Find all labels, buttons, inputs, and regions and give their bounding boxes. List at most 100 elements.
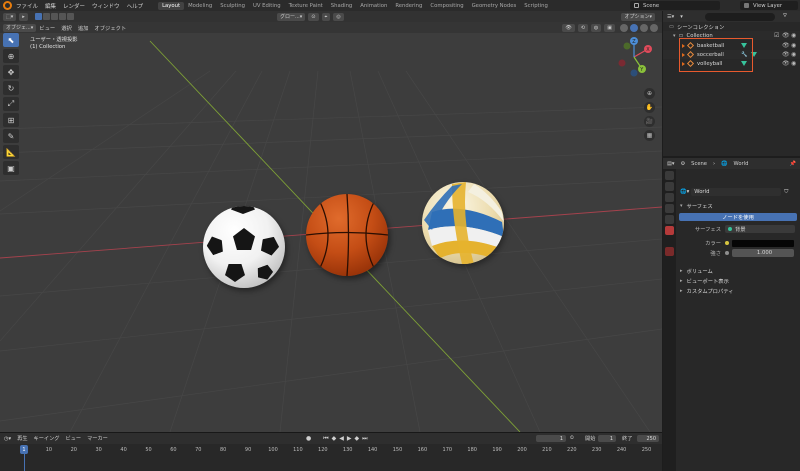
tab-modeling[interactable]: Modeling	[184, 2, 216, 10]
options-dropdown[interactable]: オプション ▾	[621, 12, 655, 21]
mode-dropdown[interactable]: オブジェ... ▾	[3, 23, 37, 32]
record-icon[interactable]: ●	[306, 435, 311, 443]
select-new-icon[interactable]	[34, 13, 42, 20]
view-layer-tab-icon[interactable]	[665, 204, 674, 213]
outliner-editor-icon[interactable]: ☰▾	[667, 14, 674, 20]
clock-icon[interactable]: ⏲	[570, 435, 574, 442]
rotate-tool-icon[interactable]: ↻	[3, 81, 19, 95]
breadcrumb-world[interactable]: World	[734, 161, 749, 167]
soccerball-mesh[interactable]	[203, 206, 285, 288]
play-icon[interactable]: ▶	[347, 435, 352, 443]
strength-value-field[interactable]: 1.000	[732, 249, 794, 257]
wireframe-shading-icon[interactable]	[620, 23, 628, 32]
menu-keying[interactable]: キーイング	[34, 435, 60, 442]
move-tool-icon[interactable]: ✥	[3, 65, 19, 79]
playhead[interactable]: 1	[20, 445, 28, 454]
frame-ruler[interactable]: 0102030405060708090100110120130140150160…	[0, 445, 662, 455]
world-tab-icon[interactable]	[665, 226, 674, 235]
use-nodes-button[interactable]: ノードを使用	[679, 213, 797, 221]
tab-uv-editing[interactable]: UV Editing	[249, 2, 285, 10]
proportional-edit-icon[interactable]: ◎	[333, 12, 344, 21]
timeline-editor-icon[interactable]: ◷▾	[4, 436, 11, 442]
timeline[interactable]: ◷▾ 再生 キーイング ビュー マーカー ● ⏮ ◆ ◀ ▶ ◆ ⏭ 1 ⏲ 開…	[0, 432, 662, 471]
render-camera-icon[interactable]: ◉	[791, 51, 796, 58]
output-tab-icon[interactable]	[665, 193, 674, 202]
basketball-mesh[interactable]	[306, 194, 388, 276]
world-name-field[interactable]: World	[691, 188, 782, 196]
menu-timeline-view[interactable]: ビュー	[65, 435, 81, 442]
next-key-icon[interactable]: ◆	[355, 435, 360, 443]
render-camera-icon[interactable]: ◉	[791, 60, 796, 67]
current-frame-field[interactable]: 1	[536, 435, 566, 442]
menu-view[interactable]: ビュー	[39, 24, 55, 32]
blender-logo-icon[interactable]	[3, 1, 12, 10]
menu-marker[interactable]: マーカー	[87, 435, 108, 442]
menu-select[interactable]: 選択	[61, 24, 72, 32]
texture-tab-icon[interactable]	[665, 247, 674, 256]
select-invert-icon[interactable]	[58, 13, 66, 20]
outliner[interactable]: ☰▾ ▾ ⛛ ▭ シーンコレクション ▾ ▭ Collection ☑ 👁 ◉ …	[663, 11, 800, 156]
snap-icon[interactable]: ⌖	[321, 12, 331, 21]
measure-tool-icon[interactable]: 📐	[3, 145, 19, 159]
select-tool-icon[interactable]: ▸	[19, 12, 28, 21]
ortho-toggle-icon[interactable]: ▦	[644, 130, 655, 141]
solid-shading-icon[interactable]	[630, 23, 638, 32]
play-reverse-icon[interactable]: ◀	[339, 435, 344, 443]
menu-object[interactable]: オブジェクト	[94, 24, 126, 32]
overlay-toggle-icon[interactable]: ◍	[590, 23, 602, 32]
jump-end-icon[interactable]: ⏭	[362, 435, 367, 443]
custom-properties-panel-header[interactable]: ▸ カスタムプロパティ	[677, 286, 800, 296]
outliner-filter-icon[interactable]: ⛛	[783, 13, 787, 20]
rendered-shading-icon[interactable]	[650, 23, 658, 32]
viewport-display-panel-header[interactable]: ▸ ビューポート表示	[677, 276, 800, 286]
visibility-eye-icon[interactable]: 👁	[782, 32, 790, 39]
menu-add[interactable]: 追加	[78, 24, 89, 32]
xray-toggle-icon[interactable]: ▣	[604, 23, 615, 32]
outliner-search-input[interactable]	[704, 12, 775, 21]
visibility-icon[interactable]: 👁	[562, 23, 575, 32]
select-box-tool-icon[interactable]: ⬉	[3, 33, 19, 47]
render-camera-icon[interactable]: ◉	[791, 42, 796, 49]
annotate-tool-icon[interactable]: ✎	[3, 129, 19, 143]
select-intersect-icon[interactable]	[66, 13, 74, 20]
fake-user-shield-icon[interactable]: ⛉	[784, 189, 788, 196]
color-link-icon[interactable]	[725, 241, 729, 245]
menu-render[interactable]: レンダー	[63, 2, 85, 10]
tab-shading[interactable]: Shading	[327, 2, 357, 10]
menu-playback[interactable]: 再生	[17, 435, 27, 442]
visibility-eye-icon[interactable]: 👁	[782, 51, 790, 58]
filter-icon[interactable]: ▾	[680, 14, 683, 20]
scale-tool-icon[interactable]: ⤢	[3, 97, 19, 111]
prev-key-icon[interactable]: ◆	[332, 435, 337, 443]
gizmo-toggle-icon[interactable]: ⟲	[577, 23, 588, 32]
material-shading-icon[interactable]	[640, 23, 648, 32]
tab-scripting[interactable]: Scripting	[520, 2, 552, 10]
tab-layout[interactable]: Layout	[158, 1, 185, 10]
properties-editor[interactable]: ▤▾ ⚙ Scene › 🌐 World 📌 🌐▾ World ⛉ ▾ サーフェ…	[663, 158, 800, 471]
add-cube-tool-icon[interactable]: ▣	[3, 161, 19, 175]
breadcrumb-scene[interactable]: Scene	[691, 161, 707, 167]
3d-viewport[interactable]: ⬚▾ ▸ グロー... ▾ ⊙ ⌖ ◎ オプション ▾ オブジェ... ▾ ビュー 選…	[0, 11, 662, 432]
visibility-eye-icon[interactable]: 👁	[782, 60, 790, 67]
select-subtract-icon[interactable]	[50, 13, 58, 20]
cursor-tool-icon[interactable]: ⊕	[3, 49, 19, 63]
color-swatch[interactable]	[732, 239, 794, 247]
zoom-icon[interactable]: ⊕	[644, 88, 655, 99]
checkbox-icon[interactable]: ☑	[774, 32, 779, 39]
tab-animation[interactable]: Animation	[356, 2, 391, 10]
scene-tab-icon[interactable]	[665, 215, 674, 224]
menu-window[interactable]: ウィンドウ	[92, 2, 120, 10]
navigation-gizmo[interactable]: X Y Z	[612, 35, 656, 79]
world-icon[interactable]: 🌐▾	[680, 189, 689, 195]
camera-view-icon[interactable]: 🎥	[644, 116, 655, 127]
tool-tab-icon[interactable]	[665, 171, 674, 180]
transform-tool-icon[interactable]: ⊞	[3, 113, 19, 127]
jump-start-icon[interactable]: ⏮	[323, 435, 328, 443]
surface-panel-header[interactable]: ▾ サーフェス	[677, 201, 800, 211]
tab-rendering[interactable]: Rendering	[391, 2, 426, 10]
pan-hand-icon[interactable]: ✋	[644, 102, 655, 113]
pivot-icon[interactable]: ⊙	[308, 12, 319, 21]
editor-type-button[interactable]: ⬚▾	[3, 12, 17, 21]
properties-editor-icon[interactable]: ▤▾	[667, 161, 675, 167]
visibility-eye-icon[interactable]: 👁	[782, 42, 790, 49]
